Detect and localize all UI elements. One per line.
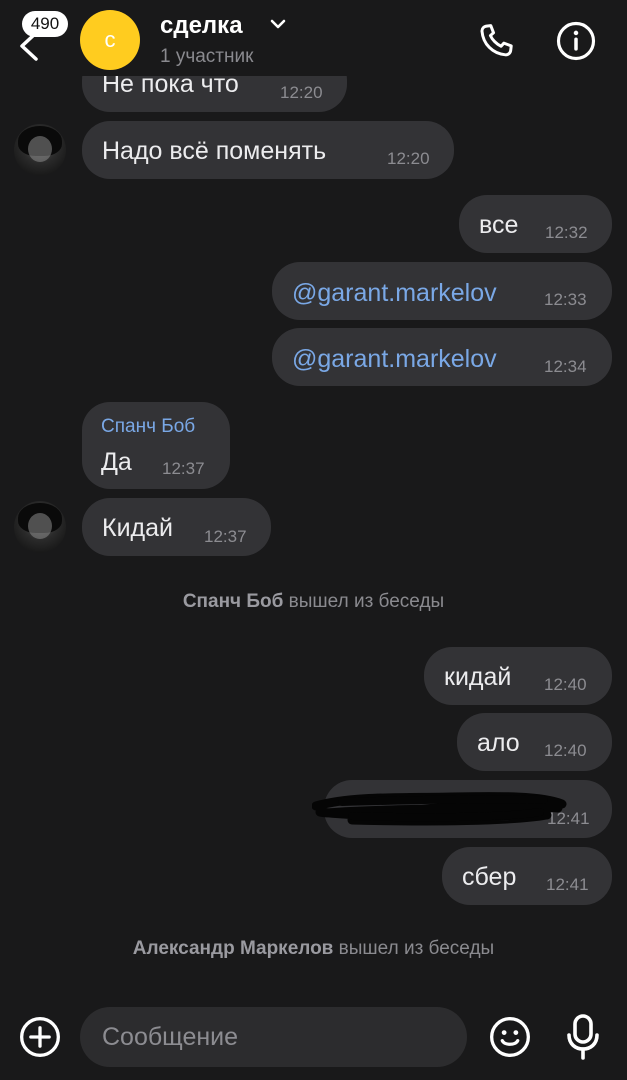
message-time: 12:40 bbox=[544, 675, 587, 694]
message-time: 12:41 bbox=[546, 875, 589, 894]
message-time: 12:37 bbox=[204, 527, 247, 546]
info-icon bbox=[556, 21, 596, 61]
message-feed[interactable]: Не пока что 12:20 Надо всё поменять 12:2… bbox=[0, 0, 627, 1000]
message-bubble-outgoing[interactable]: @garant.markelov 12:33 bbox=[272, 262, 612, 320]
voice-message-button[interactable] bbox=[563, 1013, 603, 1061]
message-bubble-incoming[interactable]: Надо всё поменять 12:20 bbox=[82, 121, 454, 179]
message-time: 12:20 bbox=[387, 149, 430, 168]
emoji-button[interactable] bbox=[488, 1015, 532, 1059]
composer-bar bbox=[0, 1000, 627, 1080]
info-button[interactable] bbox=[555, 20, 597, 62]
system-user-name[interactable]: Александр Маркелов bbox=[133, 938, 334, 959]
message-text: Да bbox=[101, 448, 132, 476]
message-text: кидай bbox=[444, 663, 512, 691]
message-text: Надо всё поменять bbox=[102, 137, 327, 165]
message-bubble-outgoing[interactable]: ало 12:40 bbox=[457, 713, 612, 771]
system-action: вышел из беседы bbox=[288, 591, 445, 612]
message-input[interactable] bbox=[80, 1007, 467, 1067]
attach-button[interactable] bbox=[18, 1015, 62, 1059]
redaction-scribble bbox=[312, 792, 567, 826]
message-bubble-outgoing[interactable]: @garant.markelov 12:34 bbox=[272, 328, 612, 386]
message-text: Кидай bbox=[102, 514, 173, 542]
chat-participants[interactable]: 1 участник bbox=[160, 46, 253, 68]
message-bubble-incoming[interactable]: Кидай 12:37 bbox=[82, 498, 271, 556]
system-message: Спанч Боб вышел из беседы bbox=[0, 591, 627, 613]
chat-title[interactable]: сделка bbox=[160, 12, 243, 40]
system-message: Александр Маркелов вышел из беседы bbox=[0, 938, 627, 960]
user-avatar[interactable] bbox=[14, 124, 66, 176]
message-sender[interactable]: Спанч Боб bbox=[101, 416, 195, 438]
message-time: 12:34 bbox=[544, 357, 587, 376]
message-bubble-outgoing[interactable]: все 12:32 bbox=[459, 195, 612, 253]
mention-link[interactable]: @garant.markelov bbox=[292, 279, 497, 308]
message-time: 12:32 bbox=[545, 223, 588, 242]
call-button[interactable] bbox=[475, 20, 517, 62]
message-text: сбер bbox=[462, 863, 517, 891]
message-bubble-incoming[interactable]: Спанч Боб Да 12:37 bbox=[82, 402, 230, 489]
system-user-name[interactable]: Спанч Боб bbox=[183, 591, 284, 612]
message-text: все bbox=[479, 211, 519, 239]
chat-header: 490 с сделка 1 участник bbox=[0, 0, 627, 76]
message-bubble-outgoing[interactable]: кидай 12:40 bbox=[424, 647, 612, 705]
message-time: 12:37 bbox=[162, 459, 205, 478]
phone-icon bbox=[480, 24, 513, 57]
smiley-icon bbox=[490, 1017, 530, 1057]
mention-link[interactable]: @garant.markelov bbox=[292, 345, 497, 374]
user-avatar[interactable] bbox=[14, 501, 66, 553]
chat-avatar[interactable]: с bbox=[80, 10, 140, 70]
message-text: ало bbox=[477, 729, 520, 757]
system-action: вышел из беседы bbox=[338, 938, 495, 959]
message-bubble-outgoing[interactable]: сбер 12:41 bbox=[442, 847, 612, 905]
microphone-icon bbox=[567, 1014, 599, 1060]
message-time: 12:33 bbox=[544, 290, 587, 309]
message-time: 12:20 bbox=[280, 83, 323, 102]
plus-circle-icon bbox=[20, 1017, 60, 1057]
chevron-down-icon[interactable] bbox=[270, 18, 286, 30]
message-time: 12:40 bbox=[544, 741, 587, 760]
unread-badge: 490 bbox=[22, 11, 68, 37]
